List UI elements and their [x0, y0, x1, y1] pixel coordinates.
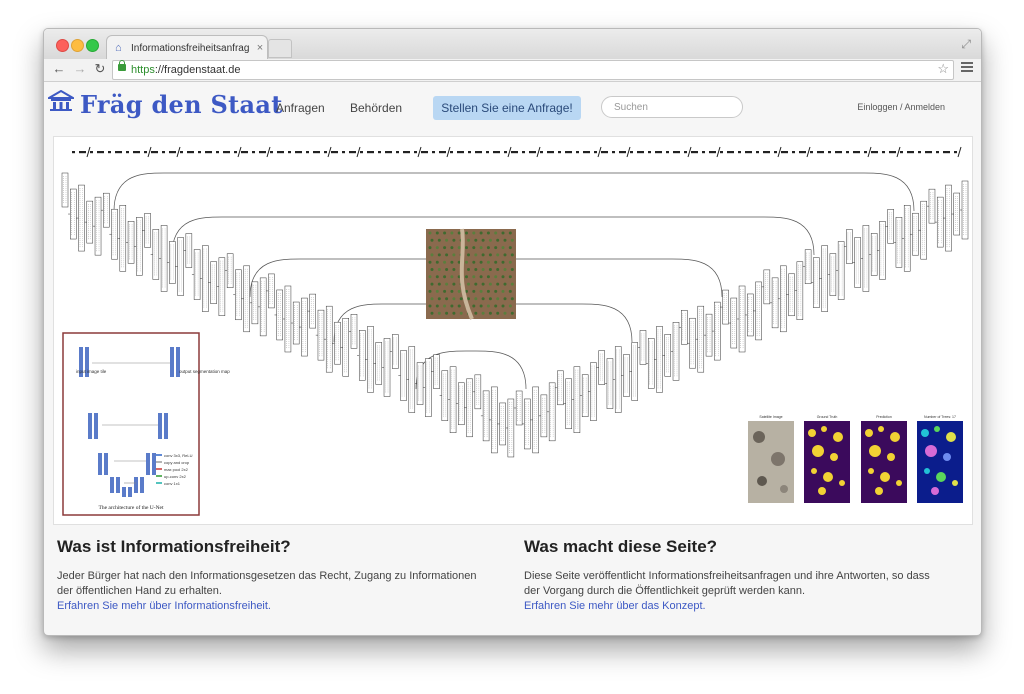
- result-panels: Satellite Image Ground Truth Prediction: [748, 415, 963, 503]
- forward-arrow-icon[interactable]: →: [72, 61, 88, 76]
- tab-title: Informationsfreiheitsanfrag: [131, 42, 250, 54]
- right-text: Diese Seite veröffentlicht Informationsf…: [524, 570, 930, 597]
- prediction-panel: Prediction: [861, 415, 907, 503]
- satellite-image-panel: Satellite Image: [748, 415, 794, 503]
- nav-requests-link[interactable]: Anfragen: [276, 101, 325, 115]
- new-tab-button[interactable]: [268, 39, 292, 58]
- bookmark-star-icon[interactable]: ☆: [937, 60, 949, 78]
- svg-text:Prediction: Prediction: [876, 415, 892, 419]
- url-text: https://fragdenstaat.de: [131, 64, 241, 76]
- info-left-column: Was ist Informationsfreiheit? Jeder Bürg…: [57, 537, 477, 614]
- unet-legend-item: max pool 2x2: [164, 467, 189, 472]
- left-learn-more-link[interactable]: Erfahren Sie mehr über Informationsfreih…: [57, 599, 477, 614]
- network-diagram: input image tile output segmentation map…: [61, 146, 969, 516]
- title-bar: ⌂ Informationsfreiheitsanfrag × ⤢: [44, 29, 981, 60]
- svg-text:Satellite Image: Satellite Image: [759, 415, 782, 419]
- browser-tab[interactable]: ⌂ Informationsfreiheitsanfrag ×: [106, 35, 268, 60]
- nav-authorities-link[interactable]: Behörden: [350, 101, 402, 115]
- zoom-window-button[interactable]: [86, 39, 99, 52]
- browser-toolbar: ← → ↻ https://fragdenstaat.de ☆: [44, 59, 981, 82]
- info-right-column: Was macht diese Seite? Diese Seite veröf…: [524, 537, 944, 614]
- unet-output-label: output segmentation map: [179, 369, 230, 374]
- right-learn-more-link[interactable]: Erfahren Sie mehr über das Konzept.: [524, 599, 944, 614]
- back-arrow-icon[interactable]: ←: [51, 61, 67, 76]
- ground-truth-panel: Ground Truth: [804, 415, 850, 503]
- unet-inset-image: input image tile output segmentation map…: [62, 332, 230, 516]
- address-bar[interactable]: https://fragdenstaat.de ☆: [112, 60, 954, 80]
- fullscreen-icon[interactable]: ⤢: [961, 37, 971, 52]
- dashed-top-border: [72, 146, 962, 158]
- site-logo-text[interactable]: Fräg den Staat: [80, 90, 283, 119]
- site-favicon-icon: ⌂: [115, 42, 122, 54]
- unet-legend-item: copy and crop: [164, 460, 190, 465]
- hero-diagram: input image tile output segmentation map…: [53, 136, 973, 525]
- unet-legend-item: up-conv 2x2: [164, 474, 187, 479]
- left-heading: Was ist Informationsfreiheit?: [57, 537, 291, 556]
- svg-text:Number of Trees: 17: Number of Trees: 17: [924, 415, 956, 419]
- tab-close-icon[interactable]: ×: [253, 42, 267, 54]
- lock-icon: [118, 60, 126, 71]
- tree-count-panel: Number of Trees: 17: [917, 415, 963, 503]
- svg-text:Ground Truth: Ground Truth: [817, 415, 838, 419]
- browser-menu-icon[interactable]: [961, 62, 973, 74]
- unet-legend-item: conv 3x3, ReLU: [164, 453, 193, 458]
- make-request-button[interactable]: Stellen Sie eine Anfrage!: [433, 96, 581, 120]
- building-logo-icon[interactable]: [48, 90, 74, 112]
- search-input[interactable]: [601, 96, 743, 118]
- site-header: Fräg den Staat Anfragen Behörden Stellen…: [44, 82, 981, 132]
- unet-legend-item: conv 1x1: [164, 481, 181, 486]
- unet-input-label: input image tile: [76, 369, 107, 374]
- browser-window: ⌂ Informationsfreiheitsanfrag × ⤢ ← → ↻ …: [43, 28, 982, 636]
- login-link[interactable]: Einloggen / Anmelden: [857, 102, 945, 112]
- reload-icon[interactable]: ↻: [92, 61, 108, 77]
- aerial-photo-image: [426, 228, 516, 320]
- unet-caption: The architecture of the U-Net: [98, 504, 164, 511]
- left-text: Jeder Bürger hat nach den Informationsge…: [57, 570, 477, 597]
- close-window-button[interactable]: [56, 39, 69, 52]
- right-heading: Was macht diese Seite?: [524, 537, 718, 556]
- minimize-window-button[interactable]: [71, 39, 84, 52]
